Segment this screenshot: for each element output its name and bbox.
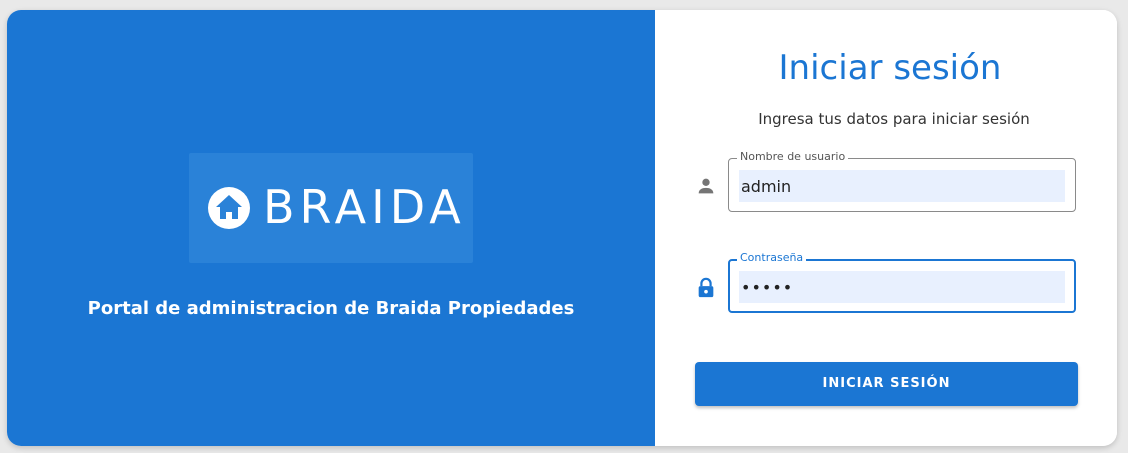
- page-subtitle: Ingresa tus datos para iniciar sesión: [758, 110, 1030, 128]
- password-label: Contraseña: [737, 251, 807, 265]
- login-panel: Iniciar sesión Ingresa tus datos para in…: [655, 10, 1117, 446]
- brand-name: BRAIDA: [263, 180, 466, 234]
- password-input[interactable]: [739, 271, 1065, 303]
- brand-tagline: Portal de administracion de Braida Propi…: [87, 298, 575, 319]
- username-input[interactable]: [739, 170, 1065, 202]
- page-title: Iniciar sesión: [778, 48, 1002, 88]
- username-field[interactable]: Nombre de usuario: [728, 150, 1076, 212]
- person-icon: [698, 178, 714, 194]
- lock-icon: [698, 277, 714, 298]
- login-card: BRAIDA Portal de administracion de Braid…: [7, 10, 1117, 446]
- login-button[interactable]: INICIAR SESIÓN: [695, 362, 1078, 406]
- home-icon: [208, 187, 250, 229]
- brand-logo: BRAIDA: [189, 153, 473, 263]
- brand-panel: BRAIDA Portal de administracion de Braid…: [7, 10, 655, 446]
- password-field[interactable]: Contraseña: [728, 251, 1076, 313]
- username-label: Nombre de usuario: [737, 150, 849, 164]
